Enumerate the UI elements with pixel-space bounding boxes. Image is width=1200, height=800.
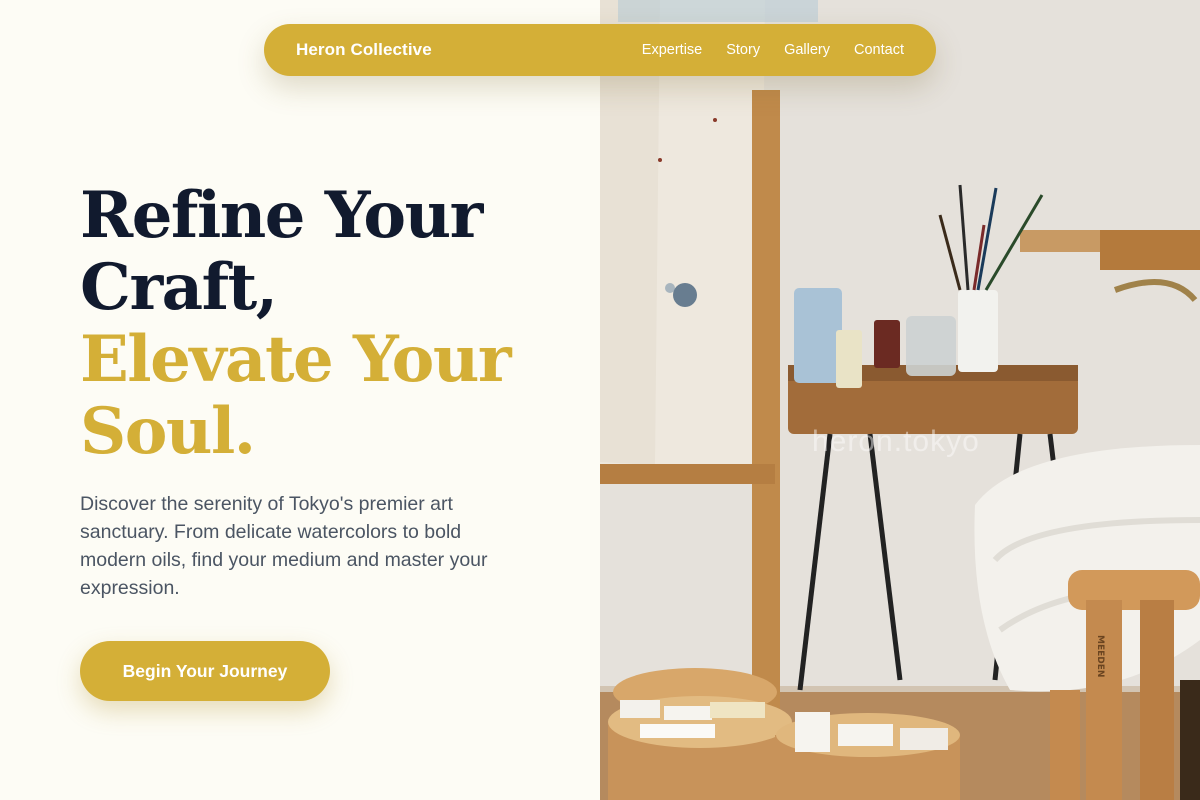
nav-link-story[interactable]: Story bbox=[726, 42, 760, 58]
hero-heading: Refine Your Craft, Elevate Your Soul. bbox=[80, 180, 580, 468]
nav-link-gallery[interactable]: Gallery bbox=[784, 42, 830, 58]
nav-link-expertise[interactable]: Expertise bbox=[642, 42, 702, 58]
nav-links: Expertise Story Gallery Contact bbox=[642, 42, 904, 58]
hero-subtitle: Discover the serenity of Tokyo's premier… bbox=[80, 493, 488, 599]
studio-photo: MEEDEN bbox=[600, 0, 1200, 800]
hero-heading-line-4: Soul. bbox=[80, 394, 256, 469]
stool-brand-text: MEEDEN bbox=[1095, 635, 1105, 677]
top-navbar: Heron Collective Expertise Story Gallery… bbox=[264, 24, 936, 76]
hero-heading-line-2: Craft, bbox=[80, 250, 278, 325]
hero-heading-line-1: Refine Your bbox=[80, 178, 483, 253]
hero-heading-line-3: Elevate Your bbox=[80, 322, 512, 397]
begin-journey-button[interactable]: Begin Your Journey bbox=[80, 641, 330, 701]
nav-link-contact[interactable]: Contact bbox=[854, 42, 904, 58]
photo-watermark: heron.tokyo bbox=[812, 425, 980, 458]
brand-logo[interactable]: Heron Collective bbox=[296, 40, 432, 60]
